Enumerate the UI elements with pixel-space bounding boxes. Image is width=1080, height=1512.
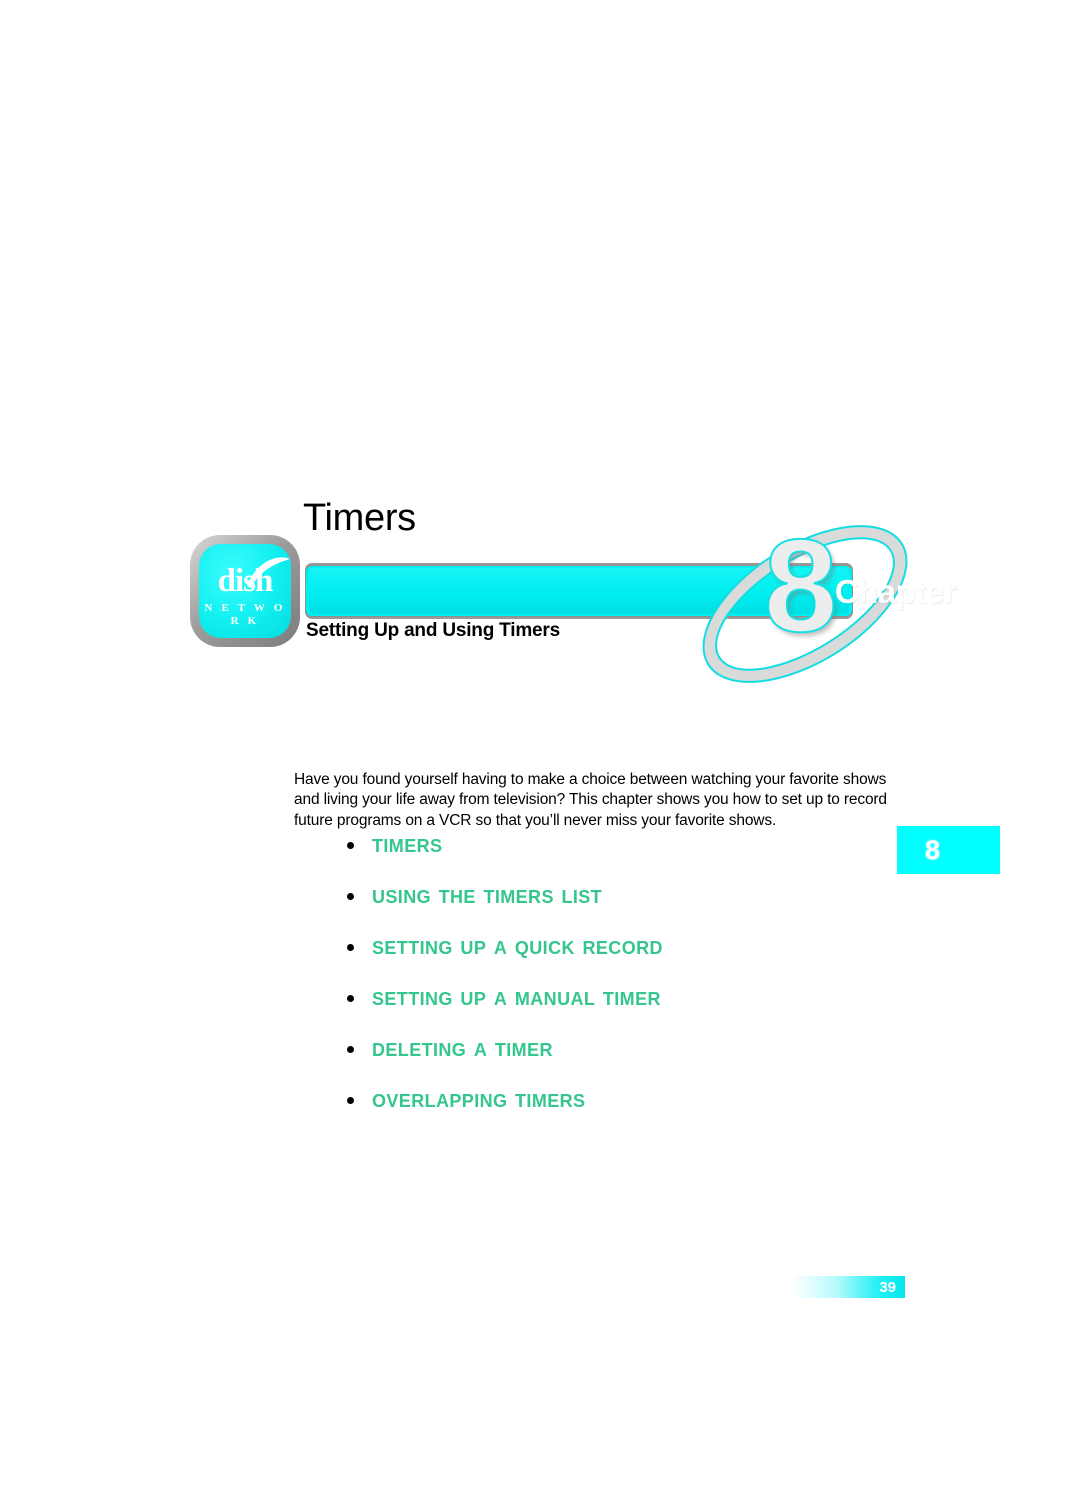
chapter-number: 8 (763, 512, 838, 659)
chapter-banner-label: Chapter (834, 573, 957, 610)
list-item[interactable]: Setting Up a Quick Record (340, 920, 900, 971)
document-page: Timers Chapter Setting Up and Using Time… (0, 0, 1080, 1512)
page-number: 39 (879, 1279, 896, 1296)
list-item[interactable]: Setting Up a Manual Timer (340, 971, 900, 1022)
chapter-side-tab-number: 8 (925, 835, 941, 865)
chapter-header: Timers Chapter Setting Up and Using Time… (0, 470, 1080, 690)
dish-network-logo: dish N E T W O R K (190, 535, 300, 647)
logo-subtext: N E T W O R K (204, 602, 286, 627)
logo-wordmark: dish (217, 563, 274, 599)
list-item[interactable]: Using the Timers List (340, 869, 900, 920)
list-item[interactable]: Overlapping Timers (340, 1073, 900, 1124)
logo-screen: dish N E T W O R K (199, 544, 291, 638)
chapter-subtitle: Setting Up and Using Timers (306, 620, 560, 641)
chapter-side-tab: 8 (897, 826, 1000, 874)
page-title: Timers (303, 497, 416, 539)
list-item[interactable]: Timers (340, 818, 900, 869)
list-item[interactable]: Deleting a Timer (340, 1022, 900, 1073)
page-number-bar: 39 (793, 1276, 905, 1298)
chapter-topic-list: Timers Using the Timers List Setting Up … (340, 818, 900, 1124)
